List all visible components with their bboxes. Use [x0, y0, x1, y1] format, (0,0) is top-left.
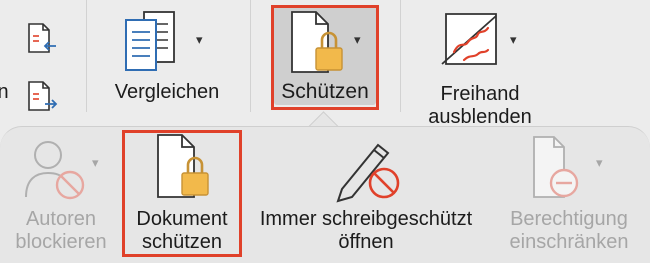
hide-ink-chevron-down-icon[interactable]: ▾ — [510, 32, 517, 48]
restrict-permission-label-line1: Berechtigung — [510, 208, 628, 230]
compare-chevron-down-icon[interactable]: ▾ — [196, 32, 203, 48]
review-ribbon: n ▾ Vergleichen ▾ Schützen ▾ Freihand au… — [0, 0, 650, 130]
compare-icon[interactable] — [124, 10, 192, 72]
block-authors-chevron-down-icon: ▾ — [92, 155, 99, 170]
protect-highlight — [271, 5, 379, 110]
separator — [400, 0, 401, 112]
hide-ink-icon[interactable] — [438, 12, 506, 68]
restrict-permission-label-line2: einschränken — [509, 231, 629, 253]
hide-ink-label-line1[interactable]: Freihand — [422, 82, 538, 106]
always-read-only-label-line2[interactable]: öffnen — [242, 230, 490, 254]
protect-document-highlight — [122, 130, 242, 257]
partial-label: n — [0, 81, 9, 103]
protect-popup-menu: ▾ Autoren blockieren Dokument schützen I… — [0, 126, 650, 263]
always-read-only-label-line1[interactable]: Immer schreibgeschützt — [242, 207, 490, 231]
block-authors-label-line1: Autoren — [25, 208, 97, 230]
next-change-icon[interactable] — [24, 80, 58, 114]
block-authors-label-line2: blockieren — [15, 231, 107, 253]
restrict-permission-icon — [530, 135, 600, 203]
restrict-permission-chevron-down-icon: ▾ — [596, 155, 603, 170]
block-authors-icon — [24, 135, 100, 201]
always-read-only-icon[interactable] — [334, 135, 404, 203]
separator — [86, 0, 87, 112]
separator — [250, 0, 251, 112]
previous-change-icon[interactable] — [24, 22, 58, 56]
compare-label[interactable]: Vergleichen — [104, 80, 230, 104]
